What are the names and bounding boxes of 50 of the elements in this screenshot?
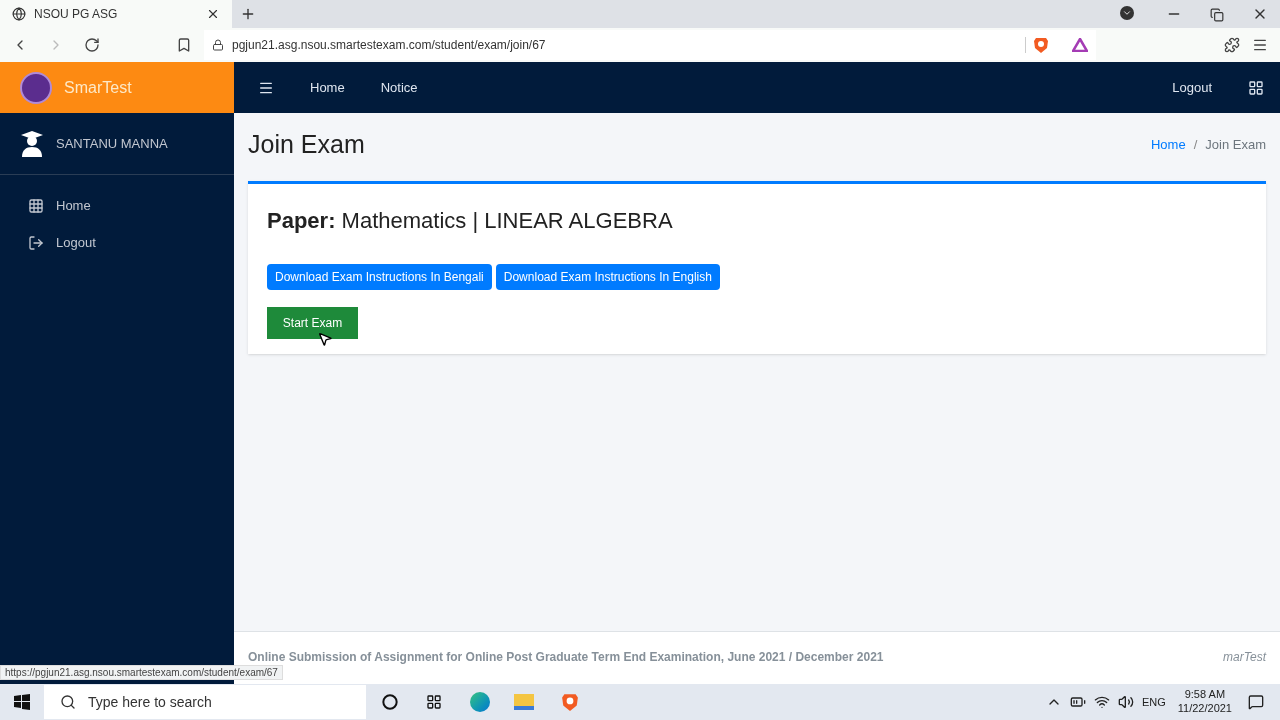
lock-icon[interactable]: [212, 39, 224, 51]
menu-icon[interactable]: [1252, 37, 1268, 53]
volume-icon[interactable]: [1117, 694, 1134, 710]
footer-text: Online Submission of Assignment for Online Post Graduate Term End Examination, June 2021 / December 2021: [248, 649, 884, 666]
wifi-icon[interactable]: [1093, 694, 1110, 710]
reload-icon[interactable]: [84, 37, 100, 53]
notification-icon[interactable]: [1248, 694, 1264, 710]
cursor-icon: [317, 331, 333, 347]
cortana-icon[interactable]: [382, 694, 398, 710]
start-exam-button[interactable]: Start Exam: [267, 307, 358, 339]
close-icon[interactable]: [206, 7, 220, 21]
user-name: SANTANU MANNA: [56, 134, 168, 153]
language-indicator[interactable]: ENG: [1141, 693, 1166, 711]
windows-icon[interactable]: [14, 694, 30, 710]
logout-icon: [28, 234, 44, 251]
globe-icon: [12, 7, 26, 21]
search-icon: [60, 694, 76, 710]
breadcrumb-current: Join Exam: [1205, 136, 1266, 155]
extensions-icon[interactable]: [1224, 37, 1240, 53]
clock-time[interactable]: 9:58 AM: [1184, 688, 1226, 702]
browser-tab[interactable]: NSOU PG ASG: [0, 0, 232, 28]
sidebar-item[interactable]: Logout: [0, 224, 234, 261]
search-field[interactable]: Type here to search: [44, 685, 366, 719]
footer-brand: marTest: [1223, 649, 1266, 666]
edge-icon[interactable]: [470, 692, 490, 712]
clock-date[interactable]: 11/22/2021: [1177, 702, 1232, 716]
paper-title: Paper: Mathematics | LINEAR ALGEBRA: [267, 207, 674, 235]
triangle-icon[interactable]: [1072, 38, 1088, 52]
breadcrumb-link[interactable]: Home: [1151, 135, 1186, 155]
graduate-icon: [20, 130, 44, 157]
restore-icon[interactable]: [1210, 8, 1224, 22]
folder-icon[interactable]: [514, 694, 534, 710]
status-url: https://pgjun21.asg.nsou.smartestexam.com/student/exam/67: [0, 665, 283, 680]
address-bar[interactable]: pgjun21.asg.nsou.smartestexam.com/student/exam/join/67: [204, 30, 1096, 60]
media-icon[interactable]: [1120, 6, 1134, 20]
nav-link[interactable]: Home: [294, 77, 345, 98]
breadcrumb-separator: /: [1193, 136, 1198, 155]
nav-link[interactable]: Notice: [364, 77, 418, 98]
download-button[interactable]: Download Exam Instructions In Bengali: [267, 264, 492, 290]
new-tab-icon[interactable]: [240, 6, 256, 22]
logo-icon: [20, 71, 52, 104]
battery-icon[interactable]: [1069, 694, 1086, 710]
task-view-icon[interactable]: [426, 694, 442, 710]
bookmark-icon[interactable]: [176, 37, 192, 53]
sidebar-item[interactable]: Home: [0, 187, 234, 224]
grid-icon: [28, 197, 44, 214]
download-button[interactable]: Download Exam Instructions In English: [495, 264, 720, 290]
grid-icon[interactable]: [1248, 79, 1264, 96]
page-title: Join Exam: [248, 129, 365, 161]
logout-link[interactable]: Logout: [1172, 77, 1212, 98]
